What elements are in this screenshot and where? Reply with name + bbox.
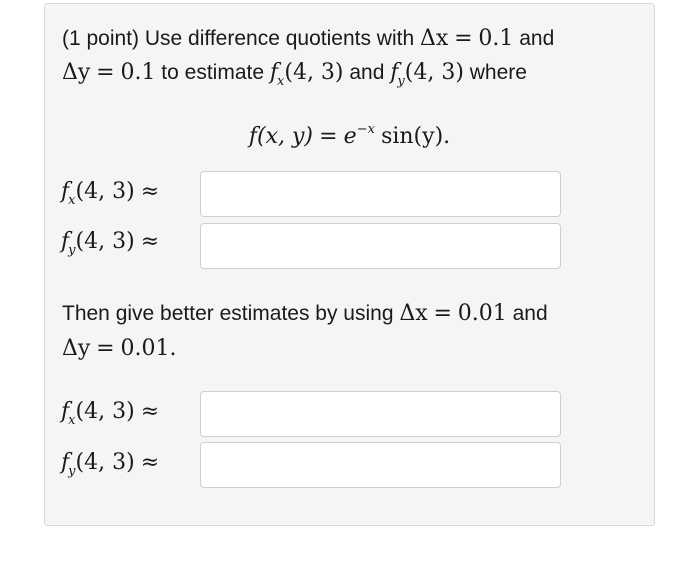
point-arg: (4, 3)	[284, 60, 344, 85]
fy-answer-input-1[interactable]	[200, 223, 561, 269]
point-arg: (4, 3)	[75, 179, 135, 204]
approx-sign: ≈	[140, 399, 160, 424]
delta-x: Δx	[399, 301, 428, 326]
approx-sign: ≈	[140, 229, 160, 254]
problem-card: (1 point) Use difference quotients with …	[44, 3, 655, 526]
sin-term: sin(y)	[381, 124, 444, 149]
point-arg: (4, 3)	[75, 399, 135, 424]
function-equation: f(x, y) = e−x sin(y).	[45, 119, 654, 157]
exp-exponent: −x	[356, 122, 375, 137]
equals-sign: =	[433, 301, 452, 326]
step-value: 0.1	[478, 26, 514, 51]
point-arg: (4, 3)	[75, 450, 135, 475]
fy-label-1: fy(4, 3) ≈	[61, 226, 159, 260]
approx-sign: ≈	[140, 450, 160, 475]
fy-answer-input-2[interactable]	[200, 442, 561, 488]
where-word: where	[469, 61, 527, 84]
subscript-x: x	[68, 193, 76, 208]
equals-sign: =	[319, 124, 338, 149]
equals-sign: =	[96, 336, 115, 361]
subscript-y: y	[68, 464, 76, 479]
step-value: 0.01	[457, 301, 507, 326]
and-word: and	[512, 302, 548, 325]
period: .	[169, 336, 177, 361]
delta-y: Δy	[62, 336, 91, 361]
fx-answer-input-2[interactable]	[200, 391, 561, 437]
exp-base: e	[343, 124, 357, 149]
equals-sign: =	[96, 60, 115, 85]
better-line-1: Then give better estimates by using Δx =…	[62, 299, 548, 329]
approx-sign: ≈	[140, 179, 160, 204]
subscript-x: x	[277, 74, 285, 89]
delta-x: Δx	[419, 26, 449, 51]
period: .	[443, 124, 451, 149]
fy-label-2: fy(4, 3) ≈	[61, 447, 159, 481]
better-line-2: Δy = 0.01.	[62, 334, 176, 364]
subscript-y: y	[68, 243, 76, 258]
and-word: and	[519, 27, 555, 50]
equals-sign: =	[454, 26, 473, 51]
subscript-x: x	[68, 413, 76, 428]
better-text: Then give better estimates by using	[62, 302, 394, 325]
intro-line-1: (1 point) Use difference quotients with …	[62, 24, 554, 54]
point-arg: (4, 3)	[404, 60, 464, 85]
and-word: and	[349, 61, 385, 84]
fx-label-1: fx(4, 3) ≈	[61, 176, 159, 210]
intro-line-2: Δy = 0.1 to estimate fx(4, 3) and fy(4, …	[62, 58, 527, 91]
point-arg: (4, 3)	[75, 229, 135, 254]
fx-label-2: fx(4, 3) ≈	[61, 396, 159, 430]
fx-answer-input-1[interactable]	[200, 171, 561, 217]
equation-lhs: f(x, y)	[248, 124, 313, 149]
step-value: 0.1	[120, 60, 156, 85]
delta-y: Δy	[62, 60, 91, 85]
intro-text: (1 point) Use difference quotients with	[62, 27, 415, 50]
step-value: 0.01	[120, 336, 170, 361]
subscript-y: y	[397, 74, 405, 89]
to-estimate-text: to estimate	[161, 61, 265, 84]
